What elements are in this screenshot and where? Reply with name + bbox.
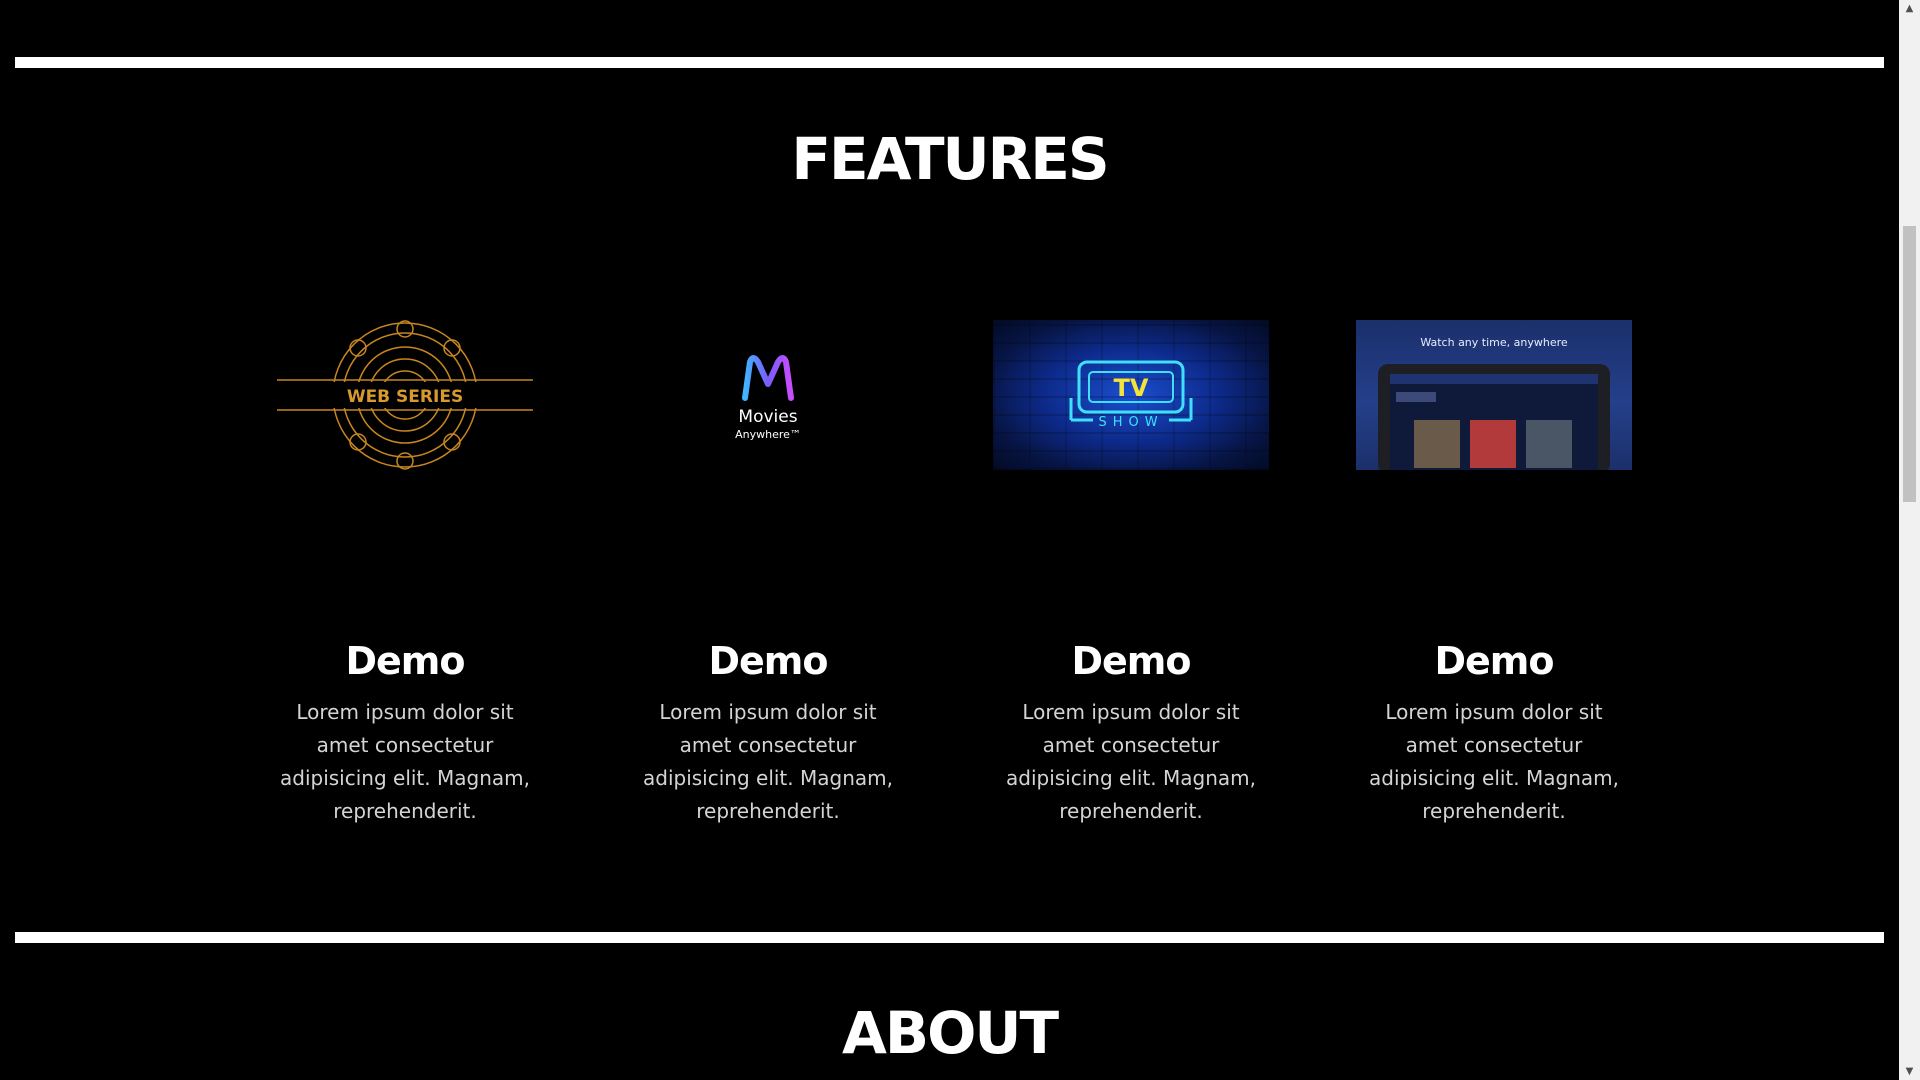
feature-card: Movies Anywhere™ Demo Lorem ipsum dolor … [630, 320, 906, 828]
svg-text:SHOW: SHOW [1098, 415, 1163, 430]
svg-text:Anywhere™: Anywhere™ [735, 428, 801, 441]
feature-title: Demo [1434, 639, 1554, 683]
section-divider [15, 57, 1884, 68]
tablet-streaming-app-icon: Watch any time, anywhere [1378, 336, 1610, 470]
tv-show-neon-sign-image: TV SHOW [993, 320, 1269, 470]
feature-description: Lorem ipsum dolor sit amet consectetur a… [643, 700, 893, 823]
svg-text:Movies: Movies [738, 407, 797, 427]
section-divider [15, 932, 1884, 943]
feature-title: Demo [708, 639, 828, 683]
tv-show-neon-sign-icon: TV SHOW [1069, 360, 1193, 430]
scroll-up-arrow-icon[interactable]: ▲ [1899, 0, 1920, 17]
feature-title: Demo [1071, 639, 1191, 683]
feature-title: Demo [345, 639, 465, 683]
feature-description: Lorem ipsum dolor sit amet consectetur a… [280, 700, 530, 823]
page: FEATURES WEB SERIES Demo Lorem ipsum dol… [0, 0, 1899, 1080]
feature-card: WEB SERIES Demo Lorem ipsum dolor sit am… [267, 320, 543, 828]
feature-description: Lorem ipsum dolor sit amet consectetur a… [1369, 700, 1619, 823]
movies-anywhere-logo-image: Movies Anywhere™ [630, 320, 906, 470]
web-series-logo-icon: WEB SERIES [277, 320, 533, 470]
svg-text:Watch any time, anywhere: Watch any time, anywhere [1420, 336, 1568, 349]
features-title: FEATURES [791, 125, 1109, 193]
feature-description: Lorem ipsum dolor sit amet consectetur a… [1006, 700, 1256, 823]
scroll-down-arrow-icon[interactable]: ▼ [1899, 1063, 1920, 1080]
movies-anywhere-logo-icon: Movies Anywhere™ [735, 355, 801, 441]
scrollbar-thumb[interactable] [1903, 226, 1916, 502]
feature-card: TV SHOW Demo Lorem ipsum dolor sit amet … [993, 320, 1269, 828]
vertical-scrollbar[interactable]: ▲ ▼ [1899, 0, 1920, 1080]
feature-card: Watch any time, anywhere Demo Lorem ipsu… [1356, 320, 1632, 828]
tablet-streaming-app-image: Watch any time, anywhere [1356, 320, 1632, 470]
svg-text:WEB SERIES: WEB SERIES [347, 387, 463, 407]
svg-text:TV: TV [1114, 374, 1149, 402]
about-title: ABOUT [841, 999, 1059, 1067]
web-series-logo-image: WEB SERIES [267, 320, 543, 470]
